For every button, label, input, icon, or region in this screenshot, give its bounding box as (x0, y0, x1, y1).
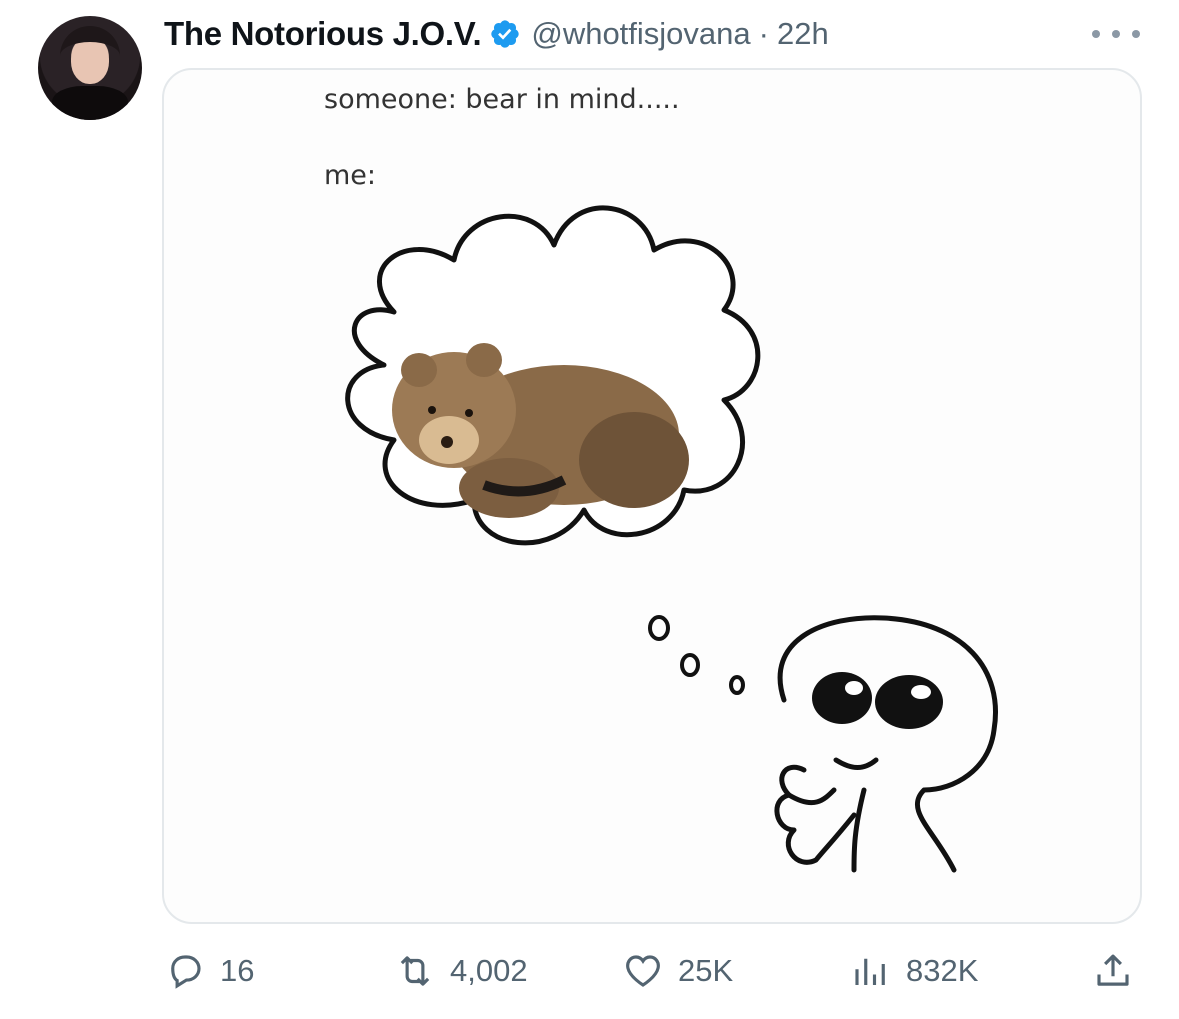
thought-bubble-small (729, 675, 745, 695)
share-icon (1097, 954, 1129, 986)
avatar[interactable] (38, 16, 142, 120)
character-right-eye (875, 675, 943, 729)
tweet-time[interactable]: 22h (777, 16, 829, 52)
reply-icon (171, 955, 201, 989)
views-count: 832K (906, 953, 979, 988)
like-button[interactable]: 25K (622, 938, 733, 1004)
time-separator: · (758, 16, 769, 51)
thought-bubble-large (648, 615, 670, 641)
heart-icon (626, 955, 660, 987)
verified-badge-icon (491, 20, 520, 48)
more-options-icon[interactable] (1092, 22, 1140, 46)
more-dot (1132, 30, 1140, 38)
thought-bubble-medium (680, 653, 700, 677)
reply-button[interactable]: 16 (164, 938, 254, 1004)
thinking-character (774, 615, 998, 873)
author-handle[interactable]: @whotfisjovana (531, 16, 750, 52)
retweet-count: 4,002 (450, 953, 528, 988)
author-name[interactable]: The Notorious J.O.V. (164, 15, 482, 53)
tweet-media[interactable]: someone: bear in mind..... me: (162, 68, 1142, 924)
meme-illustration (345, 205, 998, 873)
avatar-body-shape (52, 86, 128, 120)
more-dot (1112, 30, 1120, 38)
avatar-hair-shape (60, 26, 120, 86)
like-count: 25K (678, 953, 734, 988)
retweet-button[interactable]: 4,002 (394, 938, 528, 1004)
views-button[interactable]: 832K (850, 938, 978, 1004)
tweet-actions: 16 4,002 25K 832K (0, 938, 1179, 1004)
retweet-icon (400, 956, 430, 986)
character-left-eye (812, 672, 872, 724)
views-chart-icon (855, 958, 885, 985)
share-button[interactable] (1092, 938, 1148, 1004)
tweet-header: The Notorious J.O.V. @whotfisjovana · 22… (164, 14, 829, 54)
more-dot (1092, 30, 1100, 38)
reply-count: 16 (220, 953, 255, 988)
